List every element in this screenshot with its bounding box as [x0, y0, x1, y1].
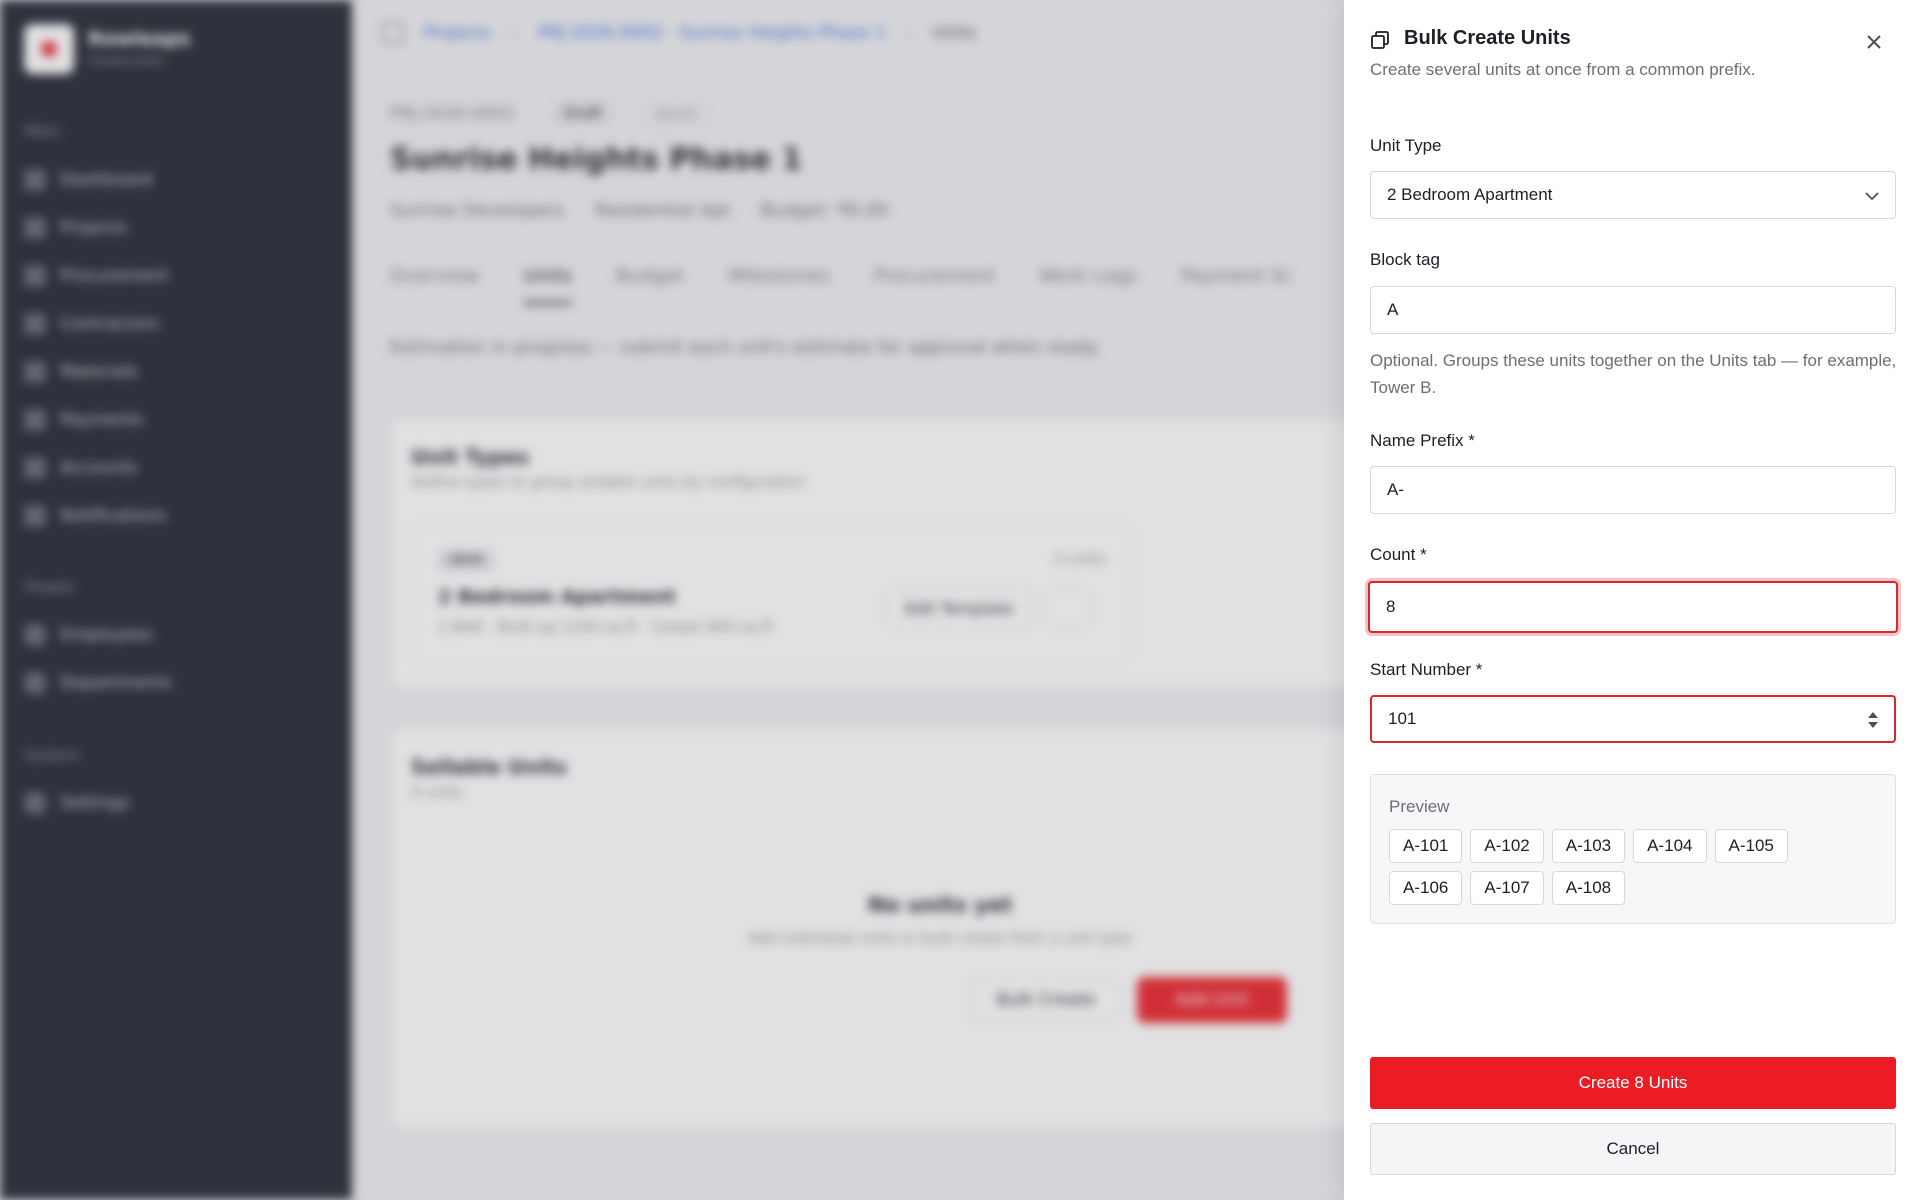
copy-icon — [1371, 31, 1389, 49]
count-label: Count * — [1370, 545, 1427, 564]
name-prefix-input[interactable]: A- — [1370, 466, 1896, 514]
block-tag-input[interactable]: A — [1370, 286, 1896, 334]
create-units-button[interactable]: Create 8 Units — [1370, 1057, 1896, 1109]
preview-chip: A-104 — [1633, 829, 1707, 863]
drawer-subtitle: Create several units at once from a comm… — [1370, 60, 1756, 79]
bulk-create-drawer: Bulk Create Units Create several units a… — [1344, 0, 1920, 1200]
preview-list: A-101 A-102 A-103 A-104 A-105 A-106 A-10… — [1389, 829, 1869, 905]
preview-chip: A-105 — [1714, 829, 1788, 863]
start-number-input[interactable]: 101 — [1370, 695, 1896, 743]
drawer-title: Bulk Create Units — [1404, 27, 1571, 49]
name-prefix-label: Name Prefix * — [1370, 431, 1475, 450]
cancel-button[interactable]: Cancel — [1370, 1123, 1896, 1175]
close-icon[interactable] — [1860, 28, 1888, 56]
chevron-down-icon — [1865, 192, 1879, 201]
start-number-label: Start Number * — [1370, 660, 1483, 679]
block-tag-value: A — [1387, 300, 1399, 319]
preview-chip: A-101 — [1389, 829, 1463, 863]
stepper-icon[interactable] — [1866, 709, 1880, 731]
name-prefix-value: A- — [1387, 480, 1404, 499]
count-input[interactable]: 8 — [1368, 581, 1898, 633]
preview-chip: A-106 — [1389, 871, 1463, 905]
block-tag-label: Block tag — [1370, 250, 1440, 269]
preview-chip: A-108 — [1551, 871, 1626, 905]
unit-type-label: Unit Type — [1370, 136, 1442, 155]
unit-type-value: 2 Bedroom Apartment — [1387, 185, 1553, 204]
preview-chip: A-102 — [1470, 829, 1544, 863]
unit-type-select[interactable]: 2 Bedroom Apartment — [1370, 171, 1896, 219]
preview-label: Preview — [1389, 797, 1450, 816]
preview-panel: Preview A-101 A-102 A-103 A-104 A-105 A-… — [1370, 774, 1896, 924]
preview-chip: A-103 — [1551, 829, 1626, 863]
start-number-value: 101 — [1388, 709, 1417, 728]
preview-chip: A-107 — [1470, 871, 1544, 905]
block-tag-help: Optional. Groups these units together on… — [1370, 351, 1897, 397]
count-value: 8 — [1386, 597, 1396, 616]
